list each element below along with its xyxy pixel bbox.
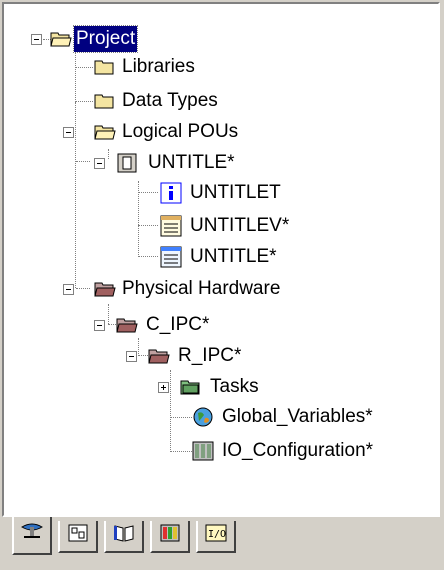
code-sheet-icon	[160, 246, 182, 268]
tree-label: UNTITLEV*	[190, 215, 290, 236]
collapse-toggle[interactable]	[63, 127, 74, 138]
collapse-toggle[interactable]	[126, 351, 137, 362]
collapse-toggle[interactable]	[31, 34, 42, 45]
library-book-icon	[112, 523, 136, 549]
io-config-icon: I/O	[204, 523, 228, 549]
program-icon	[116, 152, 138, 174]
tab-pou[interactable]	[58, 521, 98, 553]
tree-label: R_IPC*	[178, 345, 242, 366]
tree-label: C_IPC*	[146, 314, 210, 335]
tab-library[interactable]	[104, 521, 144, 553]
tab-hardware[interactable]	[150, 521, 190, 553]
collapse-toggle[interactable]	[94, 320, 105, 331]
tree-label: UNTITLET	[190, 182, 281, 203]
pou-icon	[67, 523, 89, 549]
view-tab-bar: I/O	[0, 517, 444, 570]
tasks-folder-icon	[180, 376, 202, 398]
tree-label: Libraries	[122, 56, 195, 77]
tree-label: Physical Hardware	[122, 278, 281, 299]
hardware-folder-icon	[116, 314, 138, 336]
project-tree-icon	[19, 521, 45, 549]
hardware-folder-icon	[148, 345, 170, 367]
svg-text:I/O: I/O	[208, 529, 226, 540]
expand-toggle[interactable]	[158, 382, 169, 393]
hardware-folder-icon	[94, 278, 116, 300]
tab-project-tree[interactable]	[12, 517, 52, 555]
variables-sheet-icon	[160, 215, 182, 237]
tree-label: Data Types	[122, 90, 218, 111]
folder-icon	[94, 56, 116, 78]
info-icon	[160, 182, 182, 204]
tree-label: UNTITLE*	[148, 152, 235, 173]
globe-icon	[192, 406, 214, 428]
collapse-toggle[interactable]	[94, 158, 105, 169]
tree-label: Project	[72, 25, 139, 53]
project-tree[interactable]: Project Libraries Data Types Logical POU…	[2, 2, 440, 517]
open-folder-icon	[94, 121, 116, 143]
hardware-icon	[159, 523, 181, 549]
tree-label: Logical POUs	[122, 121, 239, 142]
tree-label: Tasks	[210, 376, 259, 397]
collapse-toggle[interactable]	[63, 284, 74, 295]
tree-label: Global_Variables*	[222, 406, 373, 427]
open-folder-icon	[50, 28, 72, 50]
io-module-icon	[192, 440, 214, 462]
folder-icon	[94, 90, 116, 112]
tree-label: UNTITLE*	[190, 246, 277, 267]
tab-io-config[interactable]: I/O	[196, 521, 236, 553]
tree-label: IO_Configuration*	[222, 440, 374, 461]
